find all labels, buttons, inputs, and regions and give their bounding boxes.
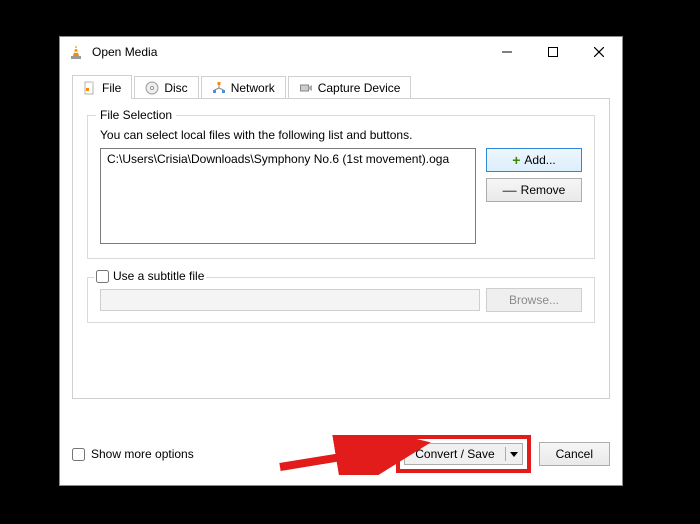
convert-save-dropdown[interactable] <box>506 450 522 458</box>
footer: Show more options Convert / Save Cancel <box>72 435 610 473</box>
vlc-icon <box>68 44 84 60</box>
file-list-item[interactable]: C:\Users\Crisia\Downloads\Symphony No.6 … <box>105 151 471 167</box>
tab-file[interactable]: File <box>72 75 132 99</box>
network-icon <box>212 81 226 95</box>
subtitle-path-input <box>100 289 480 311</box>
titlebar: Open Media <box>60 37 622 67</box>
file-list[interactable]: C:\Users\Crisia\Downloads\Symphony No.6 … <box>100 148 476 244</box>
use-subtitle-label: Use a subtitle file <box>113 269 204 283</box>
convert-save-button[interactable]: Convert / Save <box>404 443 522 465</box>
tab-panel-file: File Selection You can select local file… <box>72 99 610 399</box>
tab-disc[interactable]: Disc <box>134 76 198 98</box>
tab-label: Network <box>231 81 275 95</box>
subtitle-group: Use a subtitle file Browse... <box>87 277 595 323</box>
add-button[interactable]: + Add... <box>486 148 582 172</box>
disc-icon <box>145 81 159 95</box>
convert-save-label: Convert / Save <box>405 447 505 461</box>
show-more-checkbox[interactable] <box>72 448 85 461</box>
remove-label: Remove <box>521 183 566 197</box>
capture-icon <box>299 81 313 95</box>
minus-icon: — <box>503 183 517 197</box>
file-selection-legend: File Selection <box>96 108 176 122</box>
tab-label: Capture Device <box>318 81 401 95</box>
tab-capture-device[interactable]: Capture Device <box>288 76 412 98</box>
close-button[interactable] <box>576 37 622 67</box>
cancel-label: Cancel <box>556 447 593 461</box>
use-subtitle-checkbox[interactable] <box>96 270 109 283</box>
browse-button: Browse... <box>486 288 582 312</box>
open-media-window: Open Media File <box>59 36 623 486</box>
cancel-button[interactable]: Cancel <box>539 442 610 466</box>
minimize-button[interactable] <box>484 37 530 67</box>
file-selection-hint: You can select local files with the foll… <box>100 128 582 142</box>
tab-label: Disc <box>164 81 187 95</box>
client-area: File Disc Network Capture Device <box>60 67 622 409</box>
file-icon <box>83 81 97 95</box>
maximize-button[interactable] <box>530 37 576 67</box>
convert-save-highlight: Convert / Save <box>396 435 530 473</box>
show-more-label: Show more options <box>91 447 194 461</box>
add-label: Add... <box>524 153 555 167</box>
tabstrip: File Disc Network Capture Device <box>72 75 610 99</box>
browse-label: Browse... <box>509 293 559 307</box>
tab-network[interactable]: Network <box>201 76 286 98</box>
file-selection-group: File Selection You can select local file… <box>87 115 595 259</box>
window-controls <box>484 37 622 67</box>
window-title: Open Media <box>92 45 484 59</box>
remove-button[interactable]: — Remove <box>486 178 582 202</box>
tab-label: File <box>102 81 121 95</box>
plus-icon: + <box>512 153 520 167</box>
show-more-options[interactable]: Show more options <box>72 447 194 461</box>
